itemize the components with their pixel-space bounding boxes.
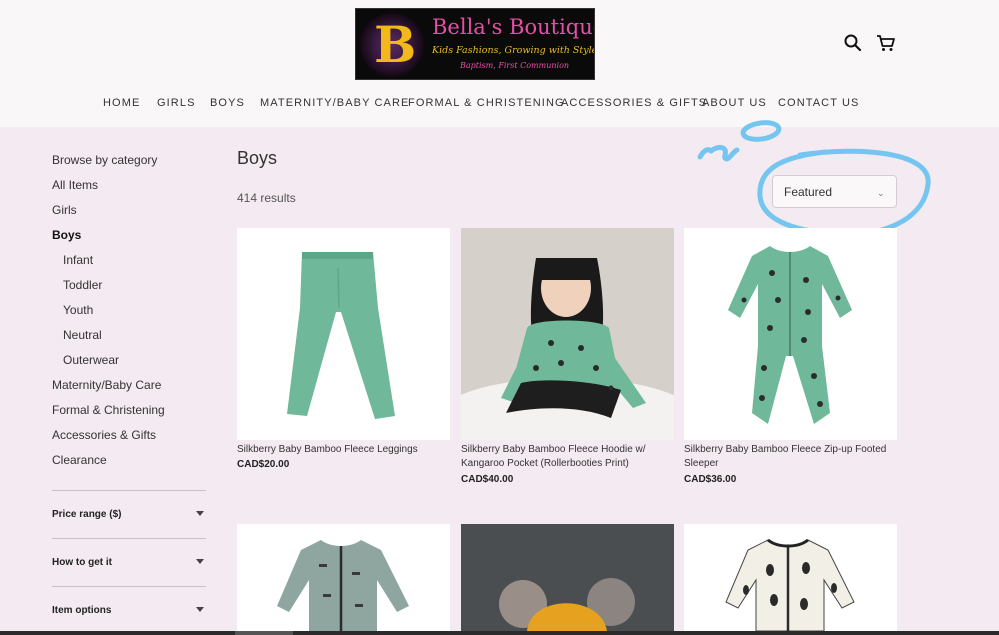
nav-contact[interactable]: CONTACT US xyxy=(778,97,860,109)
store-logo[interactable]: B Bella's Boutique Kids Fashions, Growin… xyxy=(355,8,595,80)
sidebar-item-youth[interactable]: Youth xyxy=(63,303,93,317)
logo-title: Bella's Boutique xyxy=(432,15,595,39)
sidebar-item-maternity[interactable]: Maternity/Baby Care xyxy=(52,378,161,392)
product-price: CAD$20.00 xyxy=(237,459,290,470)
scrollbar-thumb[interactable] xyxy=(235,631,293,635)
product-name[interactable]: Silkberry Baby Bamboo Fleece Leggings xyxy=(237,443,450,457)
nav-formal[interactable]: FORMAL & CHRISTENING xyxy=(408,97,565,109)
sidebar-item-clearance[interactable]: Clearance xyxy=(52,453,107,467)
page-title: Boys xyxy=(237,148,278,168)
product-image-sleeper[interactable] xyxy=(684,228,897,440)
sidebar-item-formal[interactable]: Formal & Christening xyxy=(52,403,165,417)
sidebar-item-neutral[interactable]: Neutral xyxy=(63,328,102,342)
site-header: B Bella's Boutique Kids Fashions, Growin… xyxy=(0,0,999,127)
product-name[interactable]: Silkberry Baby Bamboo Fleece Hoodie w/ K… xyxy=(461,443,674,471)
sidebar-item-all-items[interactable]: All Items xyxy=(52,178,98,192)
nav-accessories[interactable]: ACCESSORIES & GIFTS xyxy=(561,97,707,109)
annotation-letter-n xyxy=(697,145,740,162)
product-image-grey-sleeper[interactable] xyxy=(237,524,450,631)
filter-item-options[interactable]: Item options xyxy=(52,586,206,634)
sidebar-item-accessories[interactable]: Accessories & Gifts xyxy=(52,428,156,442)
sort-value: Featured xyxy=(784,185,833,199)
filter-label: Item options xyxy=(52,605,112,616)
product-name[interactable]: Silkberry Baby Bamboo Fleece Zip-up Foot… xyxy=(684,443,897,471)
sidebar-item-outerwear[interactable]: Outerwear xyxy=(63,353,119,367)
filter-label: Price range ($) xyxy=(52,509,122,520)
caret-down-icon xyxy=(196,607,204,612)
caret-down-icon xyxy=(196,511,204,516)
product-image-hat[interactable] xyxy=(461,524,674,631)
sort-dropdown[interactable]: Featured ⌄ xyxy=(772,175,897,208)
sidebar-heading: Browse by category xyxy=(52,153,158,167)
nav-about[interactable]: ABOUT US xyxy=(702,97,767,109)
search-icon xyxy=(844,34,862,52)
product-price: CAD$40.00 xyxy=(461,474,514,485)
logo-tagline: Kids Fashions, Growing with Style xyxy=(432,45,595,56)
product-price: CAD$36.00 xyxy=(684,474,737,485)
nav-girls[interactable]: GIRLS xyxy=(157,97,196,109)
filter-label: How to get it xyxy=(52,557,112,568)
product-image-hoodie[interactable] xyxy=(461,228,674,440)
chevron-down-icon: ⌄ xyxy=(877,188,885,198)
product-image-leggings[interactable] xyxy=(237,228,450,440)
sidebar-item-toddler[interactable]: Toddler xyxy=(63,278,102,292)
product-image-penguin-sleeper[interactable] xyxy=(684,524,897,631)
results-count: 414 results xyxy=(237,191,296,205)
nav-home[interactable]: HOME xyxy=(103,97,140,109)
logo-letter: B xyxy=(374,15,417,74)
main-nav: HOME GIRLS BOYS MATERNITY/BABY CARE FORM… xyxy=(0,97,999,111)
sidebar-item-girls[interactable]: Girls xyxy=(52,203,77,217)
cart-button[interactable] xyxy=(875,32,897,54)
nav-boys[interactable]: BOYS xyxy=(210,97,245,109)
filter-how-to-get-it[interactable]: How to get it xyxy=(52,538,206,586)
sidebar-item-boys[interactable]: Boys xyxy=(52,228,81,242)
search-button[interactable] xyxy=(842,32,864,54)
filter-price-range[interactable]: Price range ($) xyxy=(52,490,206,538)
nav-maternity[interactable]: MATERNITY/BABY CARE xyxy=(260,97,409,109)
caret-down-icon xyxy=(196,559,204,564)
cart-icon xyxy=(877,35,895,51)
sidebar-item-infant[interactable]: Infant xyxy=(63,253,93,267)
window-scrollbar[interactable] xyxy=(0,631,999,635)
logo-subtitle: Baptism, First Communion xyxy=(460,61,570,70)
